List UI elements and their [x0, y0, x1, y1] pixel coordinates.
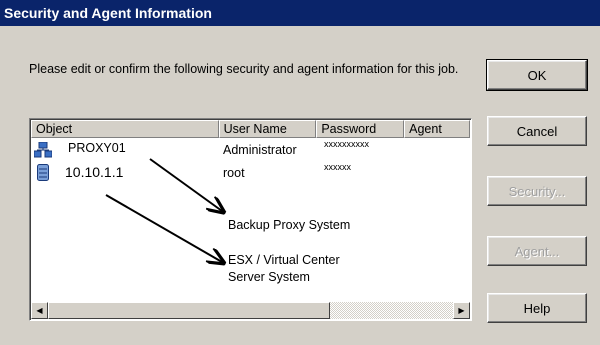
ok-button[interactable]: OK [486, 59, 588, 91]
password: xxxxxx [324, 162, 351, 172]
database-server-icon [37, 164, 49, 184]
list-header: Object User Name Password Agent [31, 120, 470, 138]
table-row[interactable]: 10.10.1.1 root xxxxxx [34, 162, 464, 182]
object-name: PROXY01 [68, 141, 126, 155]
horizontal-scrollbar[interactable]: ◀ ▶ [31, 302, 470, 319]
scroll-thumb[interactable] [48, 302, 330, 319]
user-name: Administrator [223, 143, 297, 157]
help-button[interactable]: Help [487, 293, 587, 323]
agent-button[interactable]: Agent... [487, 236, 587, 266]
table-row[interactable]: PROXY01 Administrator xxxxxxxxxx [33, 139, 464, 161]
column-header-password[interactable]: Password [316, 120, 405, 138]
server-group-icon [33, 141, 53, 161]
scroll-right-icon[interactable]: ▶ [453, 302, 470, 319]
annotation-esx-server: ESX / Virtual Center Server System [228, 253, 340, 284]
password: xxxxxxxxxx [324, 139, 369, 149]
instructions-text: Please edit or confirm the following sec… [29, 62, 459, 76]
scroll-left-icon[interactable]: ◀ [31, 302, 48, 319]
security-button[interactable]: Security... [487, 176, 587, 206]
column-header-agent[interactable]: Agent [404, 120, 470, 138]
user-name: root [223, 166, 245, 180]
column-header-user-name[interactable]: User Name [218, 120, 317, 138]
security-agent-dialog: Security and Agent Information Please ed… [0, 0, 600, 345]
annotation-backup-proxy: Backup Proxy System [228, 218, 351, 232]
cancel-button[interactable]: Cancel [487, 116, 587, 146]
column-header-object[interactable]: Object [31, 120, 219, 138]
scroll-track[interactable] [48, 302, 453, 319]
object-name: 10.10.1.1 [65, 164, 124, 180]
window-title: Security and Agent Information [0, 0, 600, 26]
